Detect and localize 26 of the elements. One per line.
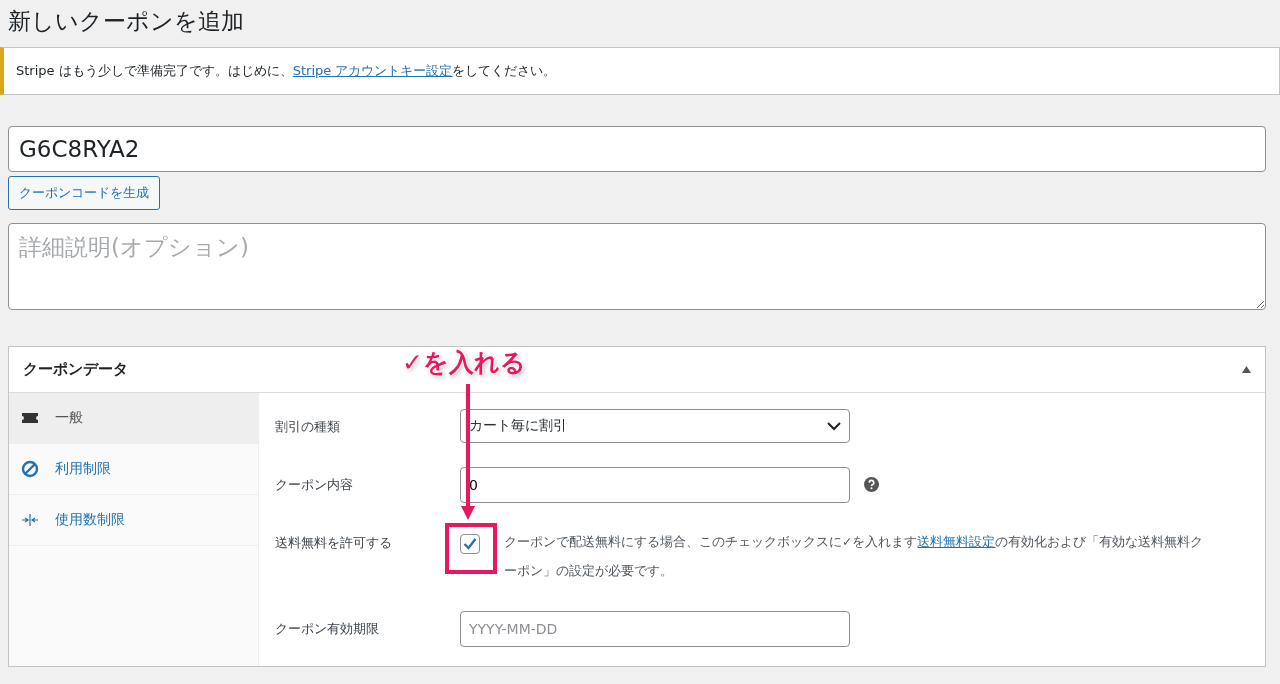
page-title: 新しいクーポンを追加 (8, 7, 245, 36)
panel-title: クーポンデータ (23, 360, 128, 379)
discount-type-select[interactable]: カート毎に割引 (460, 409, 850, 443)
free-shipping-link[interactable]: 送料無料設定 (917, 534, 996, 549)
help-icon[interactable] (864, 477, 879, 492)
text-field[interactable]: 0 (460, 467, 850, 503)
checkbox[interactable] (460, 534, 480, 554)
field-label: クーポン有効期限 (275, 620, 380, 638)
text-field[interactable]: YYYY-MM-DD (460, 611, 850, 647)
annotation-label: ✓を入れる (402, 347, 526, 379)
ticket-icon (21, 411, 39, 425)
arrows-inward-icon (21, 513, 39, 527)
chevron-down-icon (827, 421, 841, 431)
sidebar-tab[interactable]: 一般 (9, 393, 258, 444)
highlight-frame (445, 523, 497, 574)
collapse-toggle-icon[interactable] (1242, 366, 1251, 373)
description-field[interactable]: 詳細説明(オプション) (8, 223, 1266, 310)
notice-text: Stripe はもう少しで準備完了です。はじめに、Stripe アカウントキー設定をしてください。 (16, 63, 557, 78)
field-label: 割引の種類 (275, 418, 341, 436)
field-label: 送料無料を許可する (275, 534, 393, 552)
generate-code-button[interactable]: クーポンコードを生成 (8, 176, 160, 210)
field-label: クーポン内容 (275, 476, 354, 494)
notice-link[interactable]: Stripe アカウントキー設定 (292, 63, 453, 78)
checkbox-description: クーポンで配送無料にする場合、このチェックボックスに✓を入れます送料無料設定の有効化および「有効な送料無料クーポン」の設定が必要です。 (504, 533, 1205, 580)
coupon-code-field[interactable]: G6C8RYA2 (8, 126, 1266, 172)
prohibited-icon (21, 460, 39, 478)
